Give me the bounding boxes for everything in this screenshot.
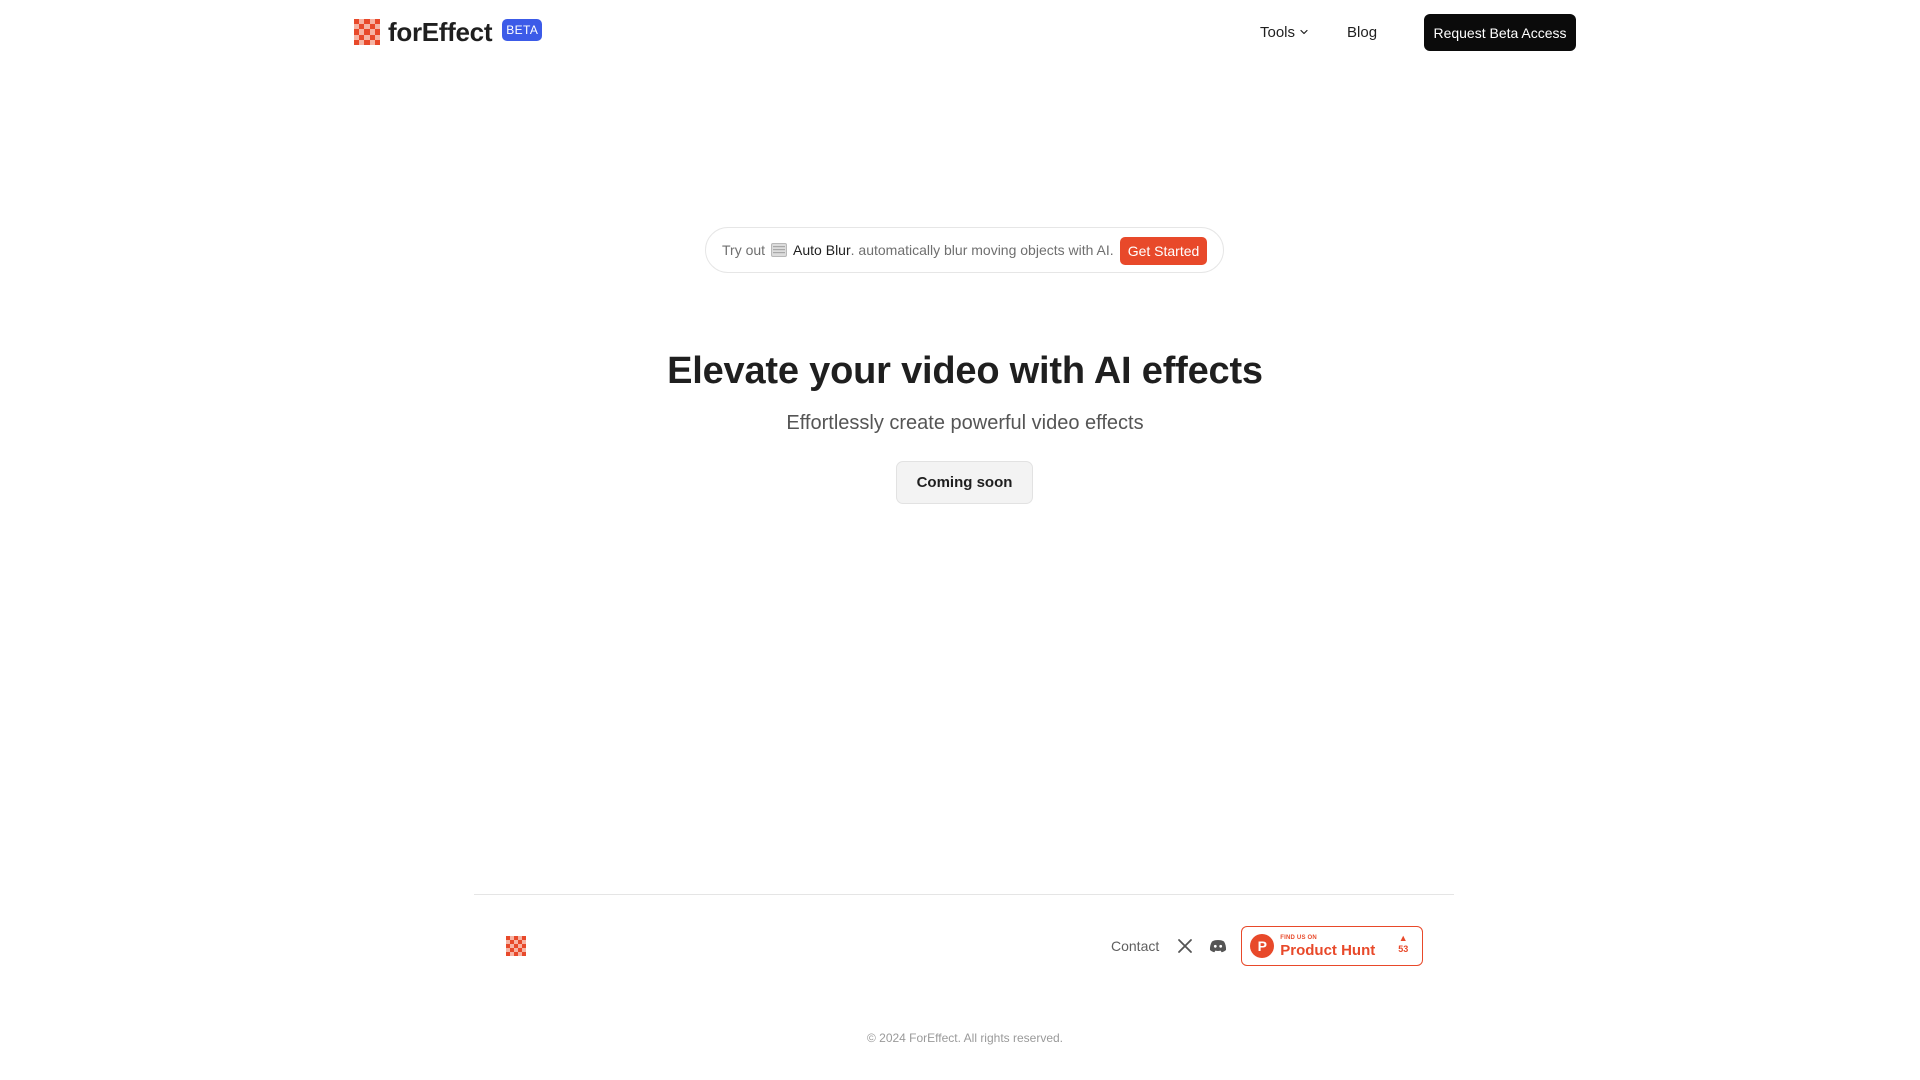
announcement-pill: Try out Auto Blur . automatically blur m…	[705, 227, 1224, 273]
request-beta-access-button[interactable]: Request Beta Access	[1424, 14, 1576, 51]
product-hunt-votes: ▲ 53	[1398, 933, 1408, 955]
beta-badge: BETA	[502, 19, 543, 41]
product-hunt-small-label: FIND US ON	[1280, 934, 1317, 941]
brand-link[interactable]: forEffect BETA	[354, 17, 543, 47]
product-hunt-vote-count: 53	[1398, 944, 1409, 954]
product-hunt-badge[interactable]: P FIND US ON Product Hunt ▲ 53	[1241, 926, 1424, 966]
page: forEffect BETA Tools Blog Request Beta A…	[0, 0, 1920, 1080]
announcement-feature-name: Auto Blur	[793, 242, 851, 258]
coming-soon-button[interactable]: Coming soon	[896, 461, 1033, 504]
logo-cell	[522, 952, 526, 956]
x-icon[interactable]	[1177, 938, 1193, 954]
nav-tools-dropdown[interactable]: Tools	[1260, 24, 1309, 41]
discord-icon[interactable]	[1209, 939, 1227, 953]
brand-name: forEffect	[388, 17, 493, 47]
nav-tools-label: Tools	[1260, 23, 1296, 41]
logo-cell	[374, 39, 380, 45]
hero-subtitle: Effortlessly create powerful video effec…	[786, 412, 1144, 434]
footer-links: Contact P FIND US ON Product Hunt ▲ 53	[1111, 926, 1424, 966]
upvote-triangle-icon: ▲	[1398, 933, 1408, 943]
contact-link[interactable]: Contact	[1111, 938, 1159, 954]
hero-title: Elevate your video with AI effects	[667, 350, 1263, 392]
brand-logo-icon	[354, 19, 380, 45]
product-hunt-logo-icon: P	[1250, 934, 1275, 958]
get-started-button[interactable]: Get Started	[1120, 237, 1207, 265]
footer-logo-icon[interactable]	[506, 936, 526, 956]
copyright-text: © 2024 ForEffect. All rights reserved.	[866, 1031, 1064, 1045]
nav-blog-link[interactable]: Blog	[1347, 24, 1377, 41]
site-header: forEffect BETA Tools Blog Request Beta A…	[0, 0, 1920, 64]
chevron-down-icon	[1300, 29, 1308, 35]
product-hunt-label: Product Hunt	[1280, 941, 1376, 959]
announcement-prefix: Try out	[722, 242, 766, 258]
blur-image-icon	[771, 243, 788, 257]
product-hunt-text: FIND US ON Product Hunt	[1280, 935, 1375, 958]
footer-divider	[474, 894, 1454, 895]
main-nav: Tools Blog	[1260, 14, 1425, 50]
announcement-description: . automatically blur moving objects with…	[850, 242, 1114, 258]
